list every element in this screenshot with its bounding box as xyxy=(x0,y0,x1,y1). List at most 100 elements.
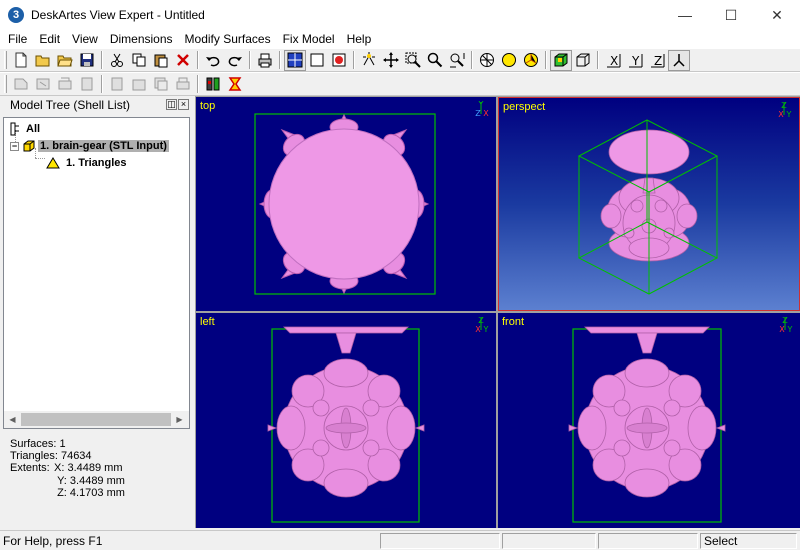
status-help-text: For Help, press F1 xyxy=(3,534,103,548)
svg-text:Z: Z xyxy=(781,101,787,110)
menu-file[interactable]: File xyxy=(2,32,33,46)
view-z-button[interactable]: Z xyxy=(646,50,668,71)
perspective-view-model xyxy=(577,119,719,295)
slice-tool-1-button[interactable] xyxy=(106,74,128,95)
open-folder-button[interactable] xyxy=(54,50,76,71)
shade-button[interactable] xyxy=(498,50,520,71)
scroll-right-icon[interactable]: ▶ xyxy=(171,411,188,428)
svg-text:Z: Z xyxy=(782,316,788,325)
menu-dimensions[interactable]: Dimensions xyxy=(104,32,179,46)
rotate-button[interactable] xyxy=(476,50,498,71)
panel-restore-button[interactable]: ◫ xyxy=(166,99,177,110)
surface-tool-1-button[interactable] xyxy=(10,74,32,95)
surface-tool-3-icon xyxy=(58,77,72,90)
maximize-button[interactable]: ☐ xyxy=(708,0,754,30)
paste-button[interactable] xyxy=(150,50,172,71)
view-iso-button[interactable] xyxy=(668,49,690,71)
scroll-thumb[interactable] xyxy=(21,413,171,426)
light-icon xyxy=(524,53,538,67)
close-button[interactable]: ✕ xyxy=(754,0,800,30)
zoom-window-button[interactable] xyxy=(402,50,424,71)
save-icon xyxy=(80,53,94,67)
viewport-top[interactable]: top Y Z X xyxy=(196,97,496,311)
print-button[interactable] xyxy=(254,50,276,71)
minimize-button[interactable]: — xyxy=(662,0,708,30)
menu-view[interactable]: View xyxy=(66,32,104,46)
pan-button[interactable] xyxy=(380,50,402,71)
viewport-left[interactable]: left Z X Y xyxy=(196,313,496,528)
cap-holes-button[interactable] xyxy=(202,74,224,95)
top-view-model xyxy=(254,113,436,295)
slice-tool-2-button[interactable] xyxy=(128,74,150,95)
collapse-icon[interactable]: − xyxy=(10,141,19,151)
wire-box-button[interactable] xyxy=(572,50,594,71)
single-view-icon xyxy=(310,53,324,67)
app-logo-icon: 3 xyxy=(8,7,24,23)
undo-button[interactable] xyxy=(202,50,224,71)
surface-tool-4-button[interactable] xyxy=(76,74,98,95)
solid-box-icon xyxy=(554,53,568,67)
copy-icon xyxy=(132,53,146,67)
triangle-icon xyxy=(46,157,60,169)
view-x-icon: X xyxy=(607,54,621,68)
select-icon xyxy=(363,52,375,66)
surface-tool-3-button[interactable] xyxy=(54,74,76,95)
svg-text:Z: Z xyxy=(475,109,481,117)
cut-button[interactable] xyxy=(106,50,128,71)
surface-tool-4-icon xyxy=(81,77,93,91)
slice-tool-3-button[interactable] xyxy=(150,74,172,95)
save-button[interactable] xyxy=(76,50,98,71)
zoom-fit-button[interactable] xyxy=(446,50,468,71)
extent-x: X: 3.4489 mm xyxy=(54,462,123,475)
viewport-front[interactable]: front Z X Y xyxy=(498,313,800,528)
view-x-button[interactable]: X xyxy=(602,50,624,71)
zoom-icon xyxy=(427,52,443,68)
svg-text:X: X xyxy=(610,54,618,68)
svg-text:X: X xyxy=(475,325,481,333)
solid-box-button[interactable] xyxy=(550,49,572,71)
delete-button[interactable] xyxy=(172,50,194,71)
viewport-label-left: left xyxy=(200,316,215,328)
slice-tool-4-button[interactable] xyxy=(172,74,194,95)
viewport-perspective[interactable]: perspect Z X Y xyxy=(498,97,800,311)
toolbar-separator xyxy=(545,51,547,69)
undo-icon xyxy=(206,56,220,67)
new-button[interactable] xyxy=(10,50,32,71)
tools-toolbar-grip[interactable] xyxy=(4,75,7,93)
viewport-label-front: front xyxy=(502,316,525,328)
menu-modify-surfaces[interactable]: Modify Surfaces xyxy=(179,32,277,46)
select-button[interactable] xyxy=(358,50,380,71)
extent-z: Z: 4.1703 mm xyxy=(57,486,125,499)
light-button[interactable] xyxy=(520,50,542,71)
menu-edit[interactable]: Edit xyxy=(33,32,66,46)
surfaces-value: 1 xyxy=(59,438,66,450)
redo-button[interactable] xyxy=(224,50,246,71)
four-views-button[interactable] xyxy=(284,49,306,71)
tree-item-all[interactable]: All xyxy=(10,121,42,137)
menu-help[interactable]: Help xyxy=(341,32,378,46)
scroll-left-icon[interactable]: ◀ xyxy=(4,411,21,428)
tree-horizontal-scrollbar[interactable]: ◀ ▶ xyxy=(4,411,189,428)
menu-fix-model[interactable]: Fix Model xyxy=(277,32,341,46)
clear-button[interactable] xyxy=(224,74,246,95)
model-tree-title: Model Tree (Shell List) xyxy=(10,98,131,112)
front-view-model xyxy=(568,326,726,523)
surface-tool-2-button[interactable] xyxy=(32,74,54,95)
render-mode-button[interactable] xyxy=(328,50,350,71)
status-bar: For Help, press F1 Select xyxy=(0,530,800,550)
tree-item-shell[interactable]: − 1. brain-gear (STL Input) xyxy=(10,138,169,154)
tree-item-triangles[interactable]: 1. Triangles xyxy=(46,155,129,171)
toolbar-separator xyxy=(197,51,199,69)
copy-button[interactable] xyxy=(128,50,150,71)
zoom-button[interactable] xyxy=(424,50,446,71)
cut-icon xyxy=(111,53,123,67)
single-view-button[interactable] xyxy=(306,50,328,71)
toolbar-separator xyxy=(471,51,473,69)
main-toolbar-grip[interactable] xyxy=(4,51,7,69)
triangles-label: Triangles: xyxy=(10,450,58,463)
open-button[interactable] xyxy=(32,50,54,71)
panel-close-button[interactable]: × xyxy=(178,99,189,110)
toolbar-separator xyxy=(101,51,103,69)
zoom-fit-icon xyxy=(450,53,465,68)
view-y-button[interactable]: Y xyxy=(624,50,646,71)
